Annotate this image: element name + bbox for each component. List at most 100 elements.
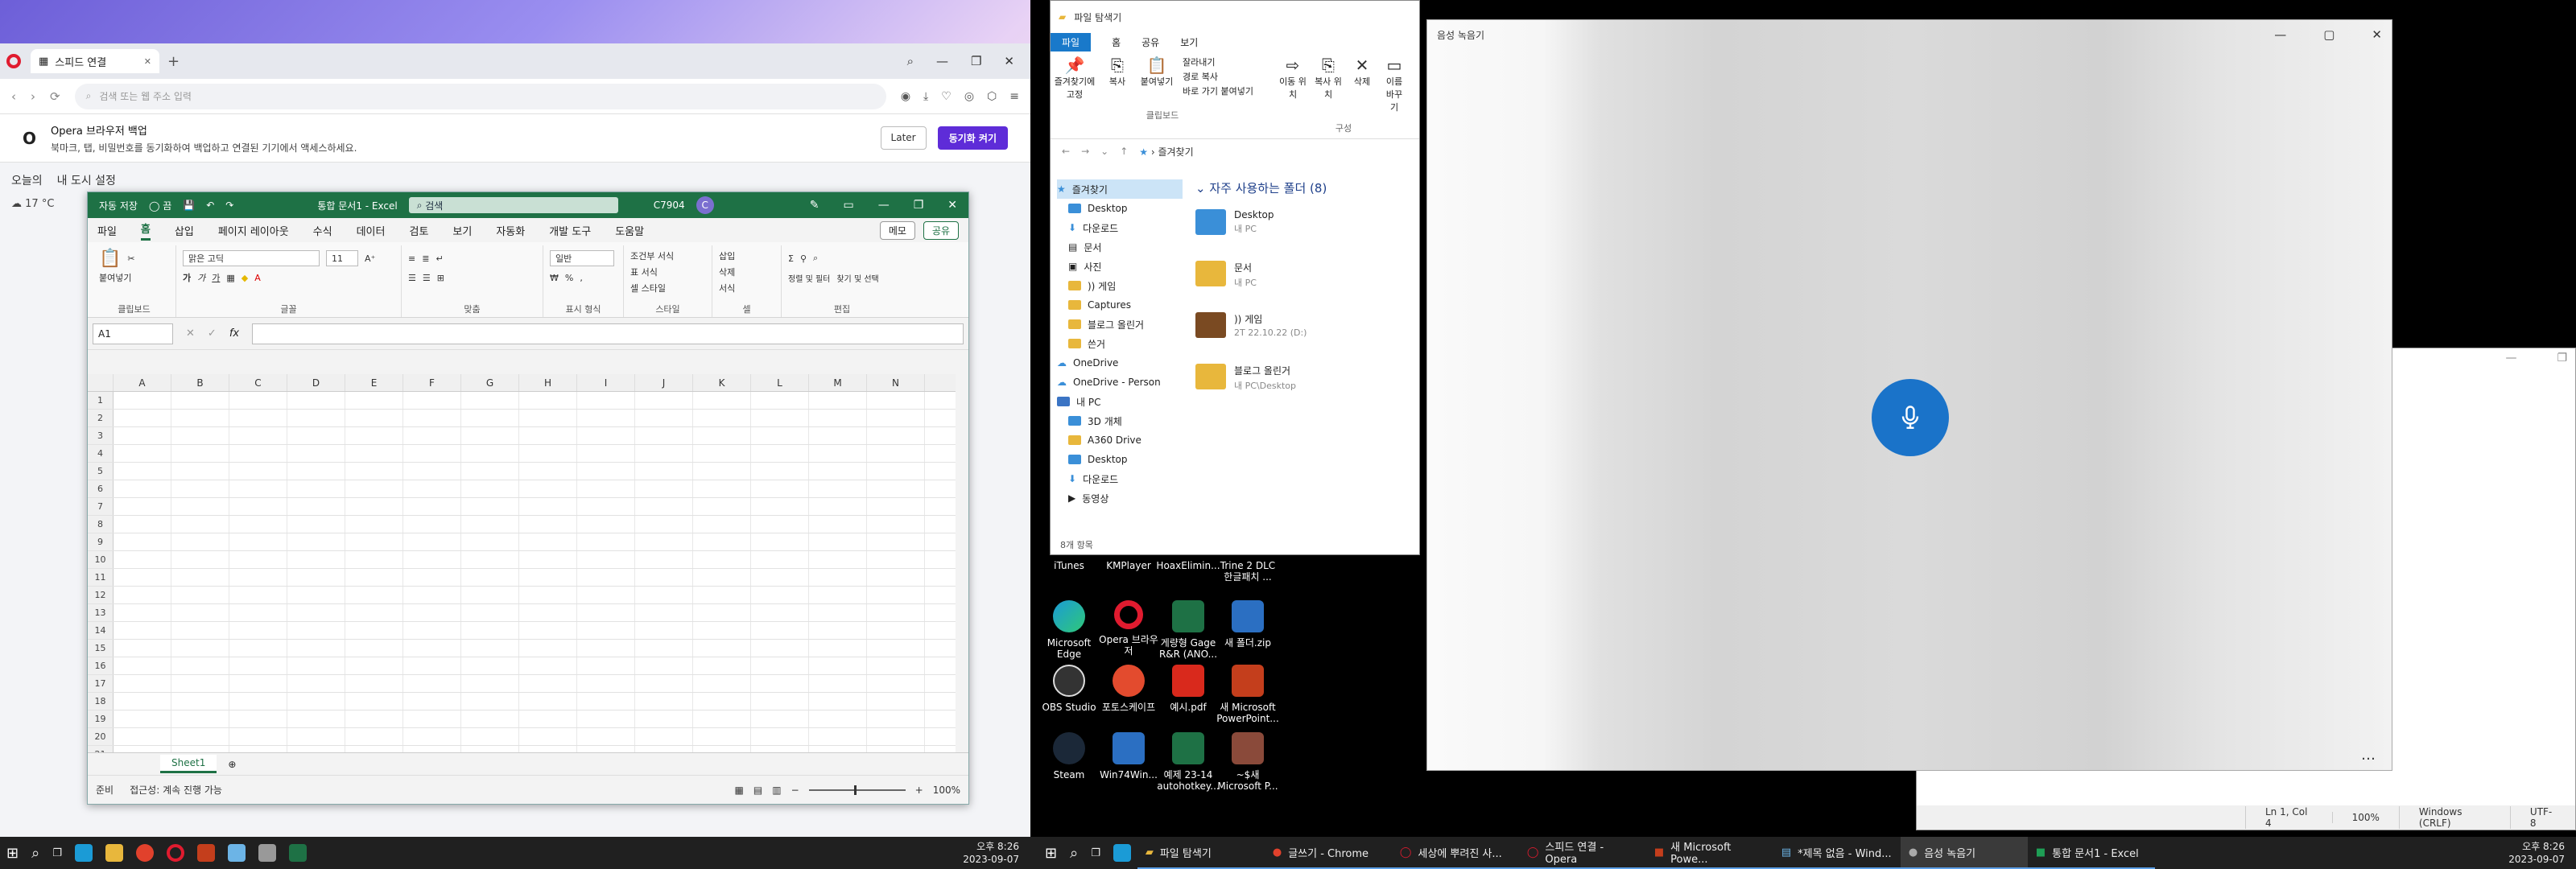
notepad-taskbar-icon[interactable] — [221, 837, 252, 869]
cell[interactable] — [171, 480, 229, 497]
cell[interactable] — [403, 746, 461, 752]
cell[interactable] — [809, 498, 867, 515]
cell[interactable] — [635, 427, 693, 444]
cell[interactable] — [287, 516, 345, 533]
start-button[interactable]: ⊞ — [0, 837, 25, 869]
italic-icon[interactable]: 가 — [197, 271, 205, 284]
cell[interactable] — [867, 463, 925, 480]
cell[interactable] — [867, 427, 925, 444]
cell[interactable] — [577, 657, 635, 674]
cell[interactable] — [229, 392, 287, 409]
cell[interactable] — [171, 604, 229, 621]
cell[interactable] — [461, 392, 519, 409]
cell[interactable] — [867, 710, 925, 727]
desktop-icon-trine[interactable]: Trine 2 DLC 한글패치 ... — [1216, 560, 1280, 583]
column-header[interactable]: F — [403, 374, 461, 391]
sidebar-item-blog[interactable]: 블로그 올린거 — [1057, 315, 1183, 334]
cell[interactable] — [114, 710, 171, 727]
cell[interactable] — [114, 604, 171, 621]
cell[interactable] — [519, 746, 577, 752]
cell[interactable] — [867, 640, 925, 657]
align-center-icon[interactable]: ☰ — [423, 273, 431, 283]
cell[interactable] — [751, 480, 809, 497]
cell[interactable] — [751, 746, 809, 752]
cell[interactable] — [635, 587, 693, 603]
folder-item[interactable]: )) 게임 2T 22.10.22 (D:) — [1195, 312, 1421, 364]
sidebar-item-downloads-pc[interactable]: ⬇ 다운로드 — [1057, 469, 1183, 488]
cell[interactable] — [809, 569, 867, 586]
cell[interactable] — [287, 657, 345, 674]
cell[interactable] — [751, 710, 809, 727]
sidebar-item-onedrive[interactable]: ☁ OneDrive — [1057, 353, 1183, 373]
cell[interactable] — [345, 693, 403, 710]
cell[interactable] — [229, 657, 287, 674]
forward-icon[interactable]: → — [1081, 146, 1089, 157]
cell[interactable] — [171, 498, 229, 515]
cell[interactable] — [461, 427, 519, 444]
cell[interactable] — [519, 604, 577, 621]
cell[interactable] — [114, 551, 171, 568]
column-header[interactable]: A — [114, 374, 171, 391]
cell[interactable] — [345, 533, 403, 550]
cell[interactable] — [287, 533, 345, 550]
cell[interactable] — [693, 410, 751, 426]
cell[interactable] — [635, 516, 693, 533]
search-button[interactable]: ⌕ — [1063, 837, 1084, 869]
desktop-icon-kmplayer[interactable]: KMPlayer — [1096, 560, 1161, 571]
task-view-button[interactable]: ❐ — [1084, 837, 1107, 869]
more-options-icon[interactable]: … — [2361, 747, 2376, 764]
cell[interactable] — [345, 445, 403, 462]
cell[interactable] — [693, 427, 751, 444]
section-header[interactable]: ⌄ 자주 사용하는 폴더 (8) — [1195, 179, 1421, 196]
cell[interactable] — [577, 480, 635, 497]
column-header[interactable]: M — [809, 374, 867, 391]
select-all-corner[interactable] — [88, 374, 114, 391]
cell[interactable] — [751, 463, 809, 480]
cell[interactable] — [287, 622, 345, 639]
cell[interactable] — [171, 463, 229, 480]
cell[interactable] — [867, 622, 925, 639]
cell[interactable] — [229, 410, 287, 426]
cell[interactable] — [461, 746, 519, 752]
cell[interactable] — [577, 533, 635, 550]
cell[interactable] — [751, 498, 809, 515]
redo-icon[interactable]: ↷ — [225, 200, 233, 211]
cell[interactable] — [751, 587, 809, 603]
row-header[interactable]: 10 — [88, 551, 114, 568]
cell[interactable] — [751, 551, 809, 568]
cell[interactable] — [287, 410, 345, 426]
cell[interactable] — [751, 516, 809, 533]
desktop-icon-ppt[interactable]: 새 Microsoft PowerPoint... — [1216, 665, 1280, 725]
row-header[interactable]: 4 — [88, 445, 114, 462]
rename-button[interactable]: ▭ 이름 바꾸기 — [1382, 56, 1406, 113]
cell[interactable] — [229, 427, 287, 444]
cell[interactable] — [635, 657, 693, 674]
desktop-icon-steam[interactable]: Steam — [1037, 732, 1101, 780]
column-header[interactable]: L — [751, 374, 809, 391]
cell[interactable] — [693, 710, 751, 727]
taskbar-app-opera-2[interactable]: ◯ 스피드 연결 - Opera — [1518, 837, 1646, 869]
cell[interactable] — [229, 640, 287, 657]
cell[interactable] — [229, 710, 287, 727]
cell[interactable] — [519, 569, 577, 586]
tab-insert[interactable]: 삽입 — [175, 223, 194, 238]
sidebar-item-captures[interactable]: Captures — [1057, 295, 1183, 315]
cell[interactable] — [171, 392, 229, 409]
cell[interactable] — [287, 746, 345, 752]
close-icon[interactable]: ✕ — [2372, 27, 2382, 42]
cell[interactable] — [403, 516, 461, 533]
tab-formulas[interactable]: 수식 — [313, 223, 332, 238]
align-middle-icon[interactable]: ≣ — [422, 253, 429, 264]
cell[interactable] — [114, 569, 171, 586]
cell[interactable] — [577, 569, 635, 586]
cell[interactable] — [461, 569, 519, 586]
desktop-icon-opera[interactable]: Opera 브라우저 — [1096, 600, 1161, 657]
menu-icon[interactable]: ≡ — [1009, 90, 1019, 103]
cell[interactable] — [577, 516, 635, 533]
cell[interactable] — [635, 675, 693, 692]
cell[interactable] — [693, 746, 751, 752]
cell[interactable] — [345, 657, 403, 674]
table-format-button[interactable]: 표 서식 — [630, 265, 705, 281]
cell[interactable] — [809, 728, 867, 745]
zoom-out-icon[interactable]: − — [791, 785, 799, 796]
